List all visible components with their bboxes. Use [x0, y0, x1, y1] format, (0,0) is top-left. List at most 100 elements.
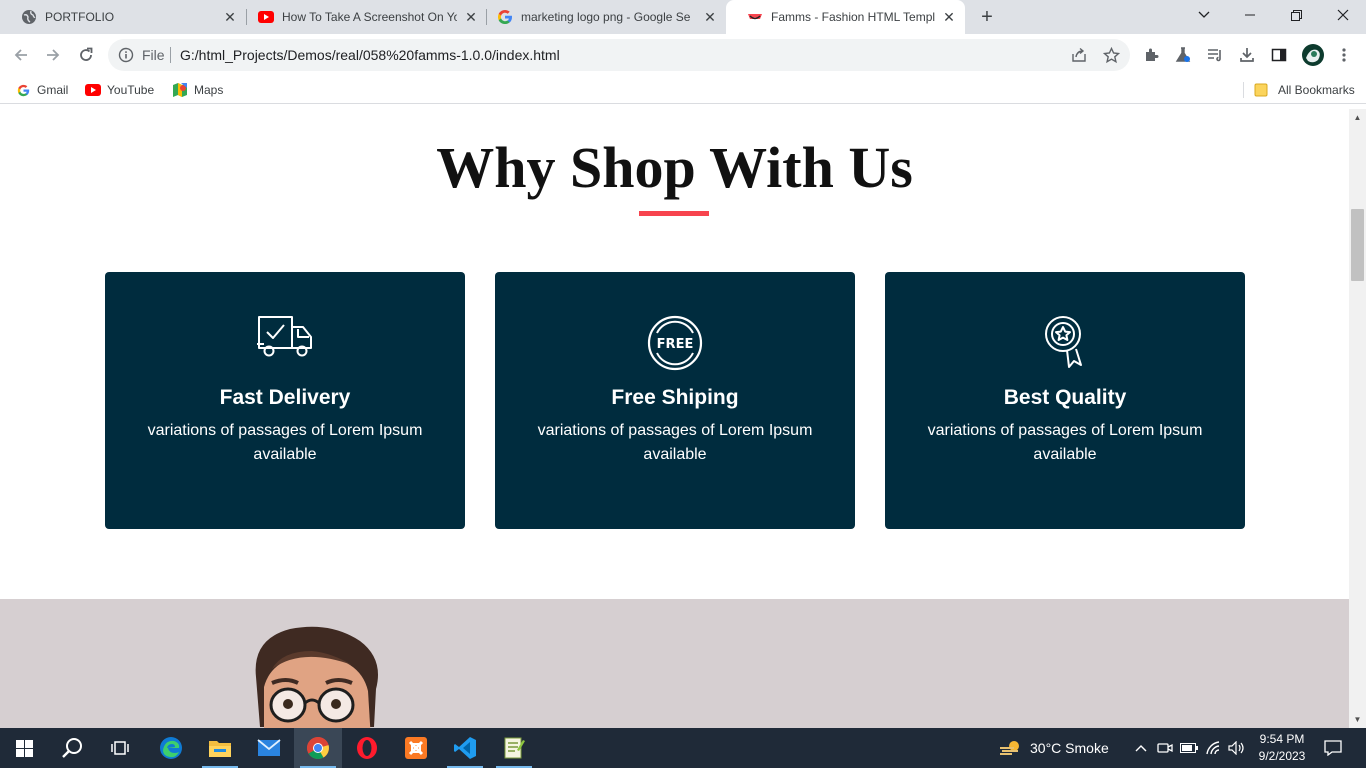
- windows-logo-icon: [15, 739, 33, 757]
- close-window-button[interactable]: [1320, 0, 1366, 30]
- task-view-icon: [111, 741, 129, 755]
- delivery-truck-icon: [257, 316, 312, 357]
- extensions-icon[interactable]: [1141, 45, 1161, 65]
- bookmark-maps[interactable]: Maps: [172, 82, 223, 98]
- reload-button[interactable]: [74, 43, 98, 67]
- youtube-icon: [258, 9, 274, 25]
- bookmark-label: Maps: [194, 83, 224, 97]
- youtube-icon: [85, 82, 101, 98]
- close-icon[interactable]: ✕: [702, 9, 718, 25]
- page-scrollbar[interactable]: ▲ ▼: [1349, 109, 1366, 728]
- banner-section: [0, 599, 1349, 728]
- tab-famms[interactable]: Famms - Fashion HTML Templat ✕: [726, 0, 965, 34]
- tab-title: How To Take A Screenshot On Yo: [282, 10, 457, 24]
- search-button[interactable]: [48, 728, 96, 768]
- forward-button[interactable]: [41, 43, 65, 67]
- start-button[interactable]: [0, 728, 48, 768]
- card-title: Free Shiping: [611, 386, 739, 409]
- scroll-up-arrow-icon[interactable]: ▲: [1353, 113, 1362, 122]
- download-icon[interactable]: [1237, 45, 1257, 65]
- card-description: variations of passages of Lorem Ipsum av…: [927, 422, 1203, 463]
- side-panel-icon[interactable]: [1269, 45, 1289, 65]
- meet-now-icon[interactable]: [1155, 738, 1175, 758]
- xampp-icon: [405, 737, 427, 759]
- taskbar-chrome[interactable]: [294, 728, 342, 768]
- free-badge-icon: FREE: [647, 315, 703, 371]
- card-title: Fast Delivery: [219, 386, 351, 409]
- arrow-right-icon: [47, 49, 60, 61]
- menu-kebab-icon[interactable]: [1334, 45, 1354, 65]
- tab-search-button[interactable]: [1181, 0, 1227, 30]
- taskbar-mail[interactable]: [245, 728, 293, 768]
- minimize-button[interactable]: [1227, 0, 1273, 30]
- folder-icon: [1253, 82, 1269, 98]
- vscode-icon: [454, 737, 476, 759]
- tab-portfolio[interactable]: PORTFOLIO ✕: [0, 0, 246, 34]
- bookmark-star-icon[interactable]: [1102, 46, 1120, 64]
- new-tab-button[interactable]: +: [976, 6, 998, 28]
- tab-youtube[interactable]: How To Take A Screenshot On Yo ✕: [237, 0, 487, 34]
- taskbar-notepad-plus[interactable]: [490, 728, 538, 768]
- weather-icon[interactable]: [998, 738, 1022, 758]
- chevron-down-icon: [1198, 11, 1210, 18]
- page-viewport: Why Shop With Us Fast Delivery variation…: [0, 109, 1349, 728]
- wifi-icon[interactable]: [1203, 738, 1223, 758]
- battery-icon[interactable]: [1179, 738, 1199, 758]
- bookmark-label: YouTube: [107, 83, 155, 97]
- url-text[interactable]: G:/html_Projects/Demos/real/058%20famms-…: [180, 47, 560, 63]
- google-icon: [497, 9, 513, 25]
- card-description: variations of passages of Lorem Ipsum av…: [147, 422, 423, 463]
- google-icon: [15, 82, 31, 98]
- bookmark-label: Gmail: [37, 83, 69, 97]
- taskbar-file-explorer[interactable]: [196, 728, 244, 768]
- bookmarks-bar: Gmail YouTube Maps All Bookmarks: [0, 76, 1366, 104]
- edge-icon: [160, 737, 182, 759]
- scrollbar-thumb[interactable]: [1351, 209, 1364, 281]
- taskbar-vscode[interactable]: [441, 728, 489, 768]
- volume-icon[interactable]: [1227, 738, 1247, 758]
- reading-list-icon[interactable]: [1205, 45, 1225, 65]
- restore-icon: [1290, 9, 1302, 21]
- feature-card-fast-delivery: Fast Delivery variations of passages of …: [105, 272, 465, 529]
- maps-icon: [172, 82, 188, 98]
- close-icon[interactable]: ✕: [222, 9, 238, 25]
- share-icon[interactable]: [1070, 46, 1088, 64]
- svg-text:FREE: FREE: [657, 337, 694, 352]
- bookmark-label: All Bookmarks: [1278, 83, 1355, 97]
- tab-title: PORTFOLIO: [45, 10, 115, 24]
- weather-text[interactable]: 30°C Smoke: [1030, 740, 1109, 756]
- notepad-plus-icon: [504, 737, 525, 759]
- taskbar-opera[interactable]: [343, 728, 391, 768]
- bookmark-youtube[interactable]: YouTube: [85, 82, 154, 98]
- taskbar-xampp[interactable]: [392, 728, 440, 768]
- minimize-icon: [1245, 14, 1255, 16]
- feature-card-best-quality: Best Quality variations of passages of L…: [885, 272, 1245, 529]
- bookmark-gmail[interactable]: Gmail: [15, 82, 68, 98]
- close-icon: [1337, 9, 1349, 21]
- address-bar[interactable]: File G:/html_Projects/Demos/real/058%20f…: [108, 39, 1130, 71]
- tab-strip: PORTFOLIO ✕ How To Take A Screenshot On …: [0, 0, 1366, 34]
- reload-icon: [80, 47, 93, 61]
- chevron-up-icon[interactable]: [1131, 738, 1151, 758]
- all-bookmarks-folder[interactable]: All Bookmarks: [1253, 82, 1355, 98]
- restore-button[interactable]: [1273, 0, 1319, 30]
- tab-title: Famms - Fashion HTML Templat: [771, 10, 935, 24]
- back-button[interactable]: [9, 43, 33, 67]
- tab-google-search[interactable]: marketing logo png - Google Se ✕: [476, 0, 726, 34]
- scroll-down-arrow-icon[interactable]: ▼: [1353, 715, 1362, 724]
- heading-underline: [639, 211, 709, 216]
- system-clock[interactable]: 9:54 PM 9/2/2023: [1252, 731, 1312, 765]
- mail-icon: [257, 739, 281, 756]
- task-view-button[interactable]: [96, 728, 144, 768]
- chrome-icon: [307, 737, 329, 759]
- labs-flask-icon[interactable]: [1173, 45, 1193, 65]
- bookmarks-divider: [1243, 82, 1244, 98]
- profile-avatar[interactable]: [1301, 43, 1325, 67]
- notification-icon[interactable]: [1323, 738, 1343, 758]
- folder-icon: [209, 741, 231, 757]
- arrow-left-icon: [14, 49, 27, 61]
- taskbar-edge[interactable]: [147, 728, 195, 768]
- close-icon[interactable]: ✕: [941, 9, 957, 25]
- scheme-label: File: [142, 47, 165, 63]
- info-icon[interactable]: [118, 47, 134, 63]
